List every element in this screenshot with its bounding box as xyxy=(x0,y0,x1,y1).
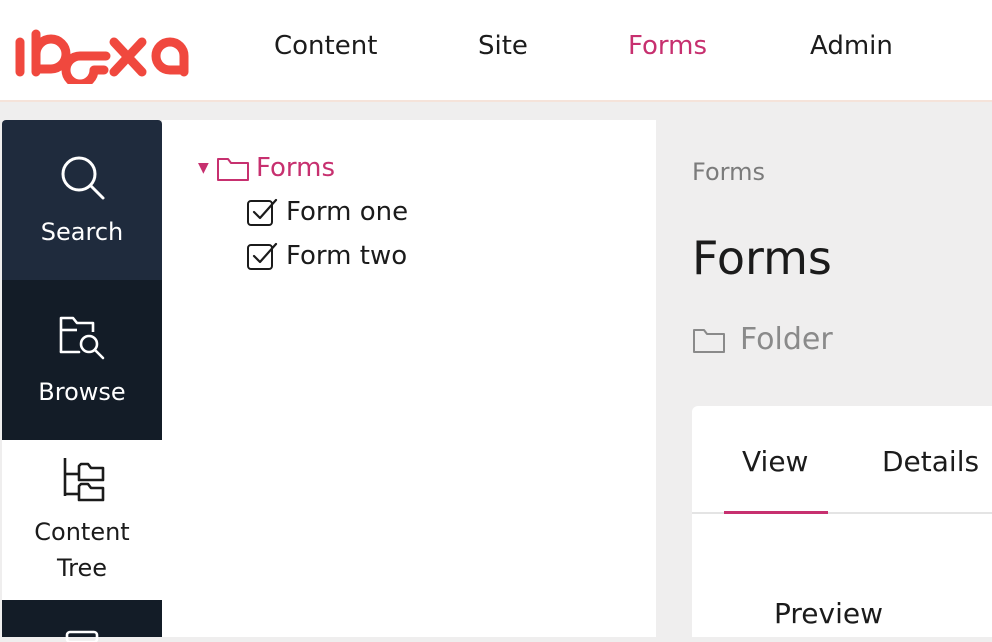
search-icon xyxy=(61,156,105,200)
rail-tree-label-line2: Tree xyxy=(56,554,107,582)
tree-node-form-two[interactable]: Form two xyxy=(246,238,407,274)
page-title: Forms xyxy=(692,231,832,285)
tab-details[interactable]: Details xyxy=(882,442,979,482)
tree-node-label: Form one xyxy=(286,197,409,227)
form-checkbox-icon xyxy=(247,198,278,226)
tree-node-form-one[interactable]: Form one xyxy=(246,194,408,230)
rail-browse-label: Browse xyxy=(38,378,126,406)
list-icon xyxy=(65,630,99,642)
top-navigation-bar: Content Site Forms Admin xyxy=(0,0,992,102)
caret-down-icon[interactable]: ▼ xyxy=(198,160,216,176)
content-type-label: Folder xyxy=(740,322,833,357)
content-card: View Details Preview xyxy=(692,406,992,637)
form-checkbox-icon xyxy=(247,242,278,270)
folder-icon xyxy=(217,158,249,181)
content-tree-panel: ▼ Forms Form one Form two xyxy=(162,120,656,637)
rail-next-button[interactable] xyxy=(2,600,162,642)
ibexa-logo[interactable] xyxy=(14,24,194,84)
rail-search-button[interactable]: Search xyxy=(2,120,162,280)
rail-search-label: Search xyxy=(40,218,124,246)
active-tab-indicator xyxy=(724,511,828,514)
rail-browse-button[interactable]: Browse xyxy=(2,280,162,440)
nav-site[interactable]: Site xyxy=(478,30,528,62)
preview-section-title: Preview xyxy=(774,597,883,630)
rail-content-tree-button[interactable]: Content Tree xyxy=(2,440,162,600)
nav-forms[interactable]: Forms xyxy=(628,30,707,62)
tree-node-forms[interactable]: ▼ Forms xyxy=(198,150,335,186)
nav-content[interactable]: Content xyxy=(274,30,377,62)
rail-tree-label-line1: Content xyxy=(34,518,130,546)
content-type-badge: Folder xyxy=(692,322,833,357)
tree-node-label: Form two xyxy=(286,241,408,271)
tree-node-label: Forms xyxy=(256,153,336,183)
tab-view[interactable]: View xyxy=(742,442,808,482)
folder-icon xyxy=(693,328,725,353)
content-tree-icon xyxy=(63,458,105,502)
breadcrumb[interactable]: Forms xyxy=(692,158,765,186)
nav-admin[interactable]: Admin xyxy=(810,30,893,62)
folder-search-icon xyxy=(59,316,105,360)
